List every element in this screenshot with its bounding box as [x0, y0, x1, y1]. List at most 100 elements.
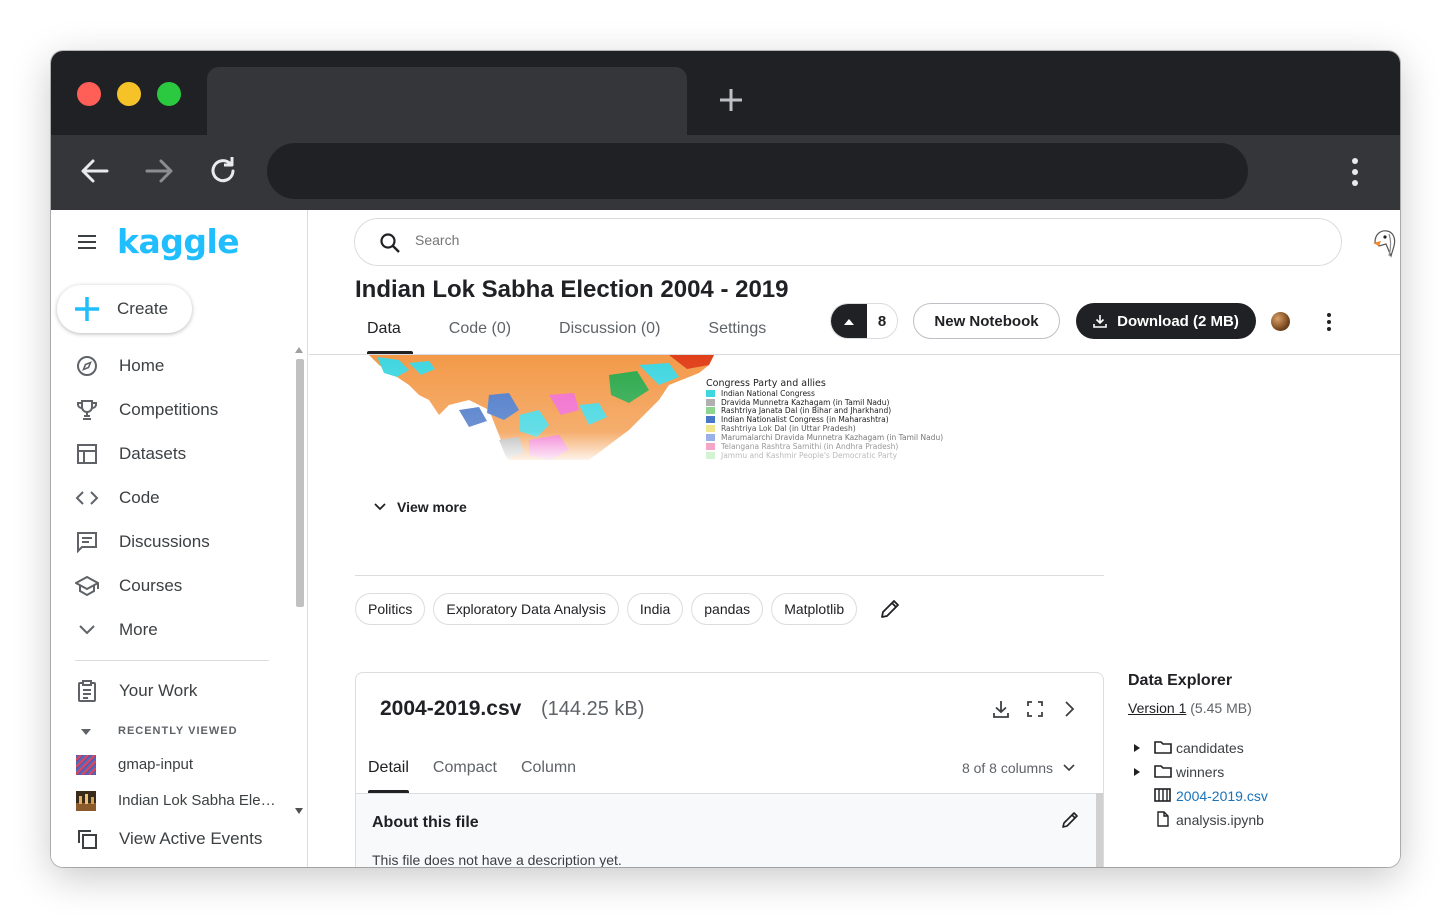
create-label: Create — [117, 299, 169, 318]
tag-chip-pandas[interactable]: pandas — [691, 593, 764, 625]
sidebar-item-courses[interactable]: Courses — [51, 564, 291, 608]
column-count-dropdown[interactable]: 8 of 8 columns — [962, 760, 1075, 776]
trophy-icon — [77, 400, 97, 420]
caret-right-icon[interactable] — [1134, 768, 1140, 776]
sidebar-item-label: View Active Events — [119, 829, 263, 848]
sidebar-item-label: More — [119, 620, 158, 639]
sidebar-item-label: Courses — [119, 576, 183, 595]
sidebar-item-home[interactable]: Home — [51, 344, 291, 388]
version-info: Version 1 (5.45 MB) — [1128, 700, 1378, 716]
chevron-right-icon[interactable] — [1059, 699, 1079, 719]
kaggle-logo[interactable]: kaggle — [117, 222, 240, 261]
tree-item-analysis-ipynb[interactable]: analysis.ipynb — [1128, 808, 1378, 832]
copy-icon — [78, 830, 97, 849]
tag-chip-politics[interactable]: Politics — [355, 593, 426, 625]
tag-chip-india[interactable]: India — [626, 593, 684, 625]
upvote-button[interactable] — [831, 304, 867, 338]
create-button[interactable]: Create — [57, 285, 192, 333]
tree-item-candidates[interactable]: candidates — [1128, 736, 1378, 760]
scroll-up-icon[interactable] — [295, 347, 303, 353]
upvote-widget: 8 — [830, 303, 898, 339]
india-map-graphic: Congress Party and allies Indian Nationa… — [369, 355, 969, 465]
owner-avatar[interactable] — [1271, 312, 1290, 331]
caret-down-icon[interactable] — [81, 729, 91, 735]
sidebar-item-label: Your Work — [119, 681, 198, 700]
sidebar-item-your-work[interactable]: Your Work — [51, 669, 291, 713]
tree-item-winners[interactable]: winners — [1128, 760, 1378, 784]
main-content: Indian Lok Sabha Election 2004 - 2019 Da… — [309, 210, 1400, 867]
sidebar-scrollbar-thumb[interactable] — [296, 359, 304, 607]
tab-detail[interactable]: Detail — [356, 749, 421, 793]
tab-code[interactable]: Code (0) — [437, 314, 523, 354]
recent-item-gmap-input[interactable]: gmap-input — [51, 753, 291, 781]
search-input[interactable] — [415, 232, 1015, 248]
file-tree: candidates winners 2004-2019.csv analysi… — [1128, 736, 1378, 832]
sidebar-scrollbar[interactable] — [293, 345, 305, 820]
map-legend-entry: Jammu and Kashmir People's Democratic Pa… — [720, 451, 898, 460]
search-bar[interactable] — [354, 218, 1342, 266]
sidebar-item-datasets[interactable]: Datasets — [51, 432, 291, 476]
sidebar-item-more[interactable]: More — [51, 608, 291, 652]
hamburger-menu-icon[interactable] — [77, 234, 97, 250]
close-window-button[interactable] — [77, 82, 101, 106]
tab-compact[interactable]: Compact — [421, 749, 509, 793]
recent-item-label: gmap-input — [118, 756, 194, 773]
map-legend-entry: Telangana Rashtra Samithi (in Andhra Pra… — [720, 442, 898, 451]
tag-chip-matplotlib[interactable]: Matplotlib — [771, 593, 858, 625]
more-vertical-icon[interactable] — [1340, 155, 1370, 189]
compass-icon — [77, 356, 97, 376]
caret-right-icon[interactable] — [1134, 744, 1140, 752]
tab-column[interactable]: Column — [509, 749, 588, 793]
map-legend-title: Congress Party and allies — [706, 378, 826, 389]
view-more-button[interactable]: View more — [373, 499, 467, 515]
arrow-right-icon[interactable] — [141, 153, 177, 189]
sidebar: kaggle Create Home Competitions Datasets… — [51, 210, 308, 867]
tree-item-2004-2019-csv[interactable]: 2004-2019.csv — [1128, 784, 1378, 808]
download-button[interactable]: Download (2 MB) — [1076, 303, 1256, 339]
recent-item-indian-lok-sabha[interactable]: Indian Lok Sabha Election 2004 - 2019 — [51, 789, 291, 817]
map-legend-entry: Rashtriya Lok Dal (in Uttar Pradesh) — [721, 424, 856, 433]
maximize-window-button[interactable] — [157, 82, 181, 106]
browser-toolbar — [51, 135, 1400, 210]
map-legend-entry: Rashtriya Janata Dal (in Bihar and Jhark… — [721, 406, 891, 415]
edit-pencil-icon[interactable] — [1060, 810, 1080, 830]
data-explorer: Data Explorer Version 1 (5.45 MB) candid… — [1128, 672, 1378, 832]
tag-list: Politics Exploratory Data Analysis India… — [355, 593, 901, 625]
tree-item-label: analysis.ipynb — [1176, 812, 1264, 828]
more-vertical-icon[interactable] — [1321, 310, 1337, 334]
sidebar-item-code[interactable]: Code — [51, 476, 291, 520]
sidebar-item-label: Code — [119, 488, 160, 507]
about-file-section: About this file This file does not have … — [356, 793, 1096, 867]
tree-item-label: candidates — [1176, 740, 1244, 756]
election-map-image: Congress Party and allies Indian Nationa… — [369, 355, 969, 465]
tree-item-label: 2004-2019.csv — [1176, 788, 1268, 804]
new-notebook-button[interactable]: New Notebook — [913, 303, 1060, 339]
content-divider — [355, 575, 1104, 576]
about-file-text: This file does not have a description ye… — [372, 852, 622, 867]
tab-discussion[interactable]: Discussion (0) — [547, 314, 672, 354]
version-link[interactable]: Version 1 — [1128, 700, 1186, 716]
address-bar[interactable] — [267, 143, 1248, 199]
download-label: Download (2 MB) — [1117, 312, 1239, 330]
tab-settings[interactable]: Settings — [696, 314, 778, 354]
tab-data[interactable]: Data — [355, 314, 413, 354]
download-icon[interactable] — [991, 699, 1011, 719]
browser-tab[interactable] — [207, 67, 687, 135]
table-icon — [77, 444, 97, 464]
fullscreen-icon[interactable] — [1025, 699, 1045, 719]
sidebar-item-competitions[interactable]: Competitions — [51, 388, 291, 432]
sidebar-item-discussions[interactable]: Discussions — [51, 520, 291, 564]
scroll-down-icon[interactable] — [295, 808, 303, 814]
file-preview-scrollbar[interactable] — [1096, 793, 1103, 867]
plus-icon[interactable] — [715, 84, 747, 116]
sidebar-item-label: Discussions — [119, 532, 210, 551]
user-avatar[interactable] — [1369, 226, 1399, 260]
tag-chip-eda[interactable]: Exploratory Data Analysis — [433, 593, 619, 625]
sidebar-item-view-active-events[interactable]: View Active Events — [51, 817, 291, 861]
reload-icon[interactable] — [205, 153, 241, 189]
edit-pencil-icon[interactable] — [879, 598, 901, 620]
file-icon — [1157, 811, 1169, 827]
minimize-window-button[interactable] — [117, 82, 141, 106]
search-icon — [380, 233, 400, 253]
arrow-left-icon[interactable] — [77, 153, 113, 189]
